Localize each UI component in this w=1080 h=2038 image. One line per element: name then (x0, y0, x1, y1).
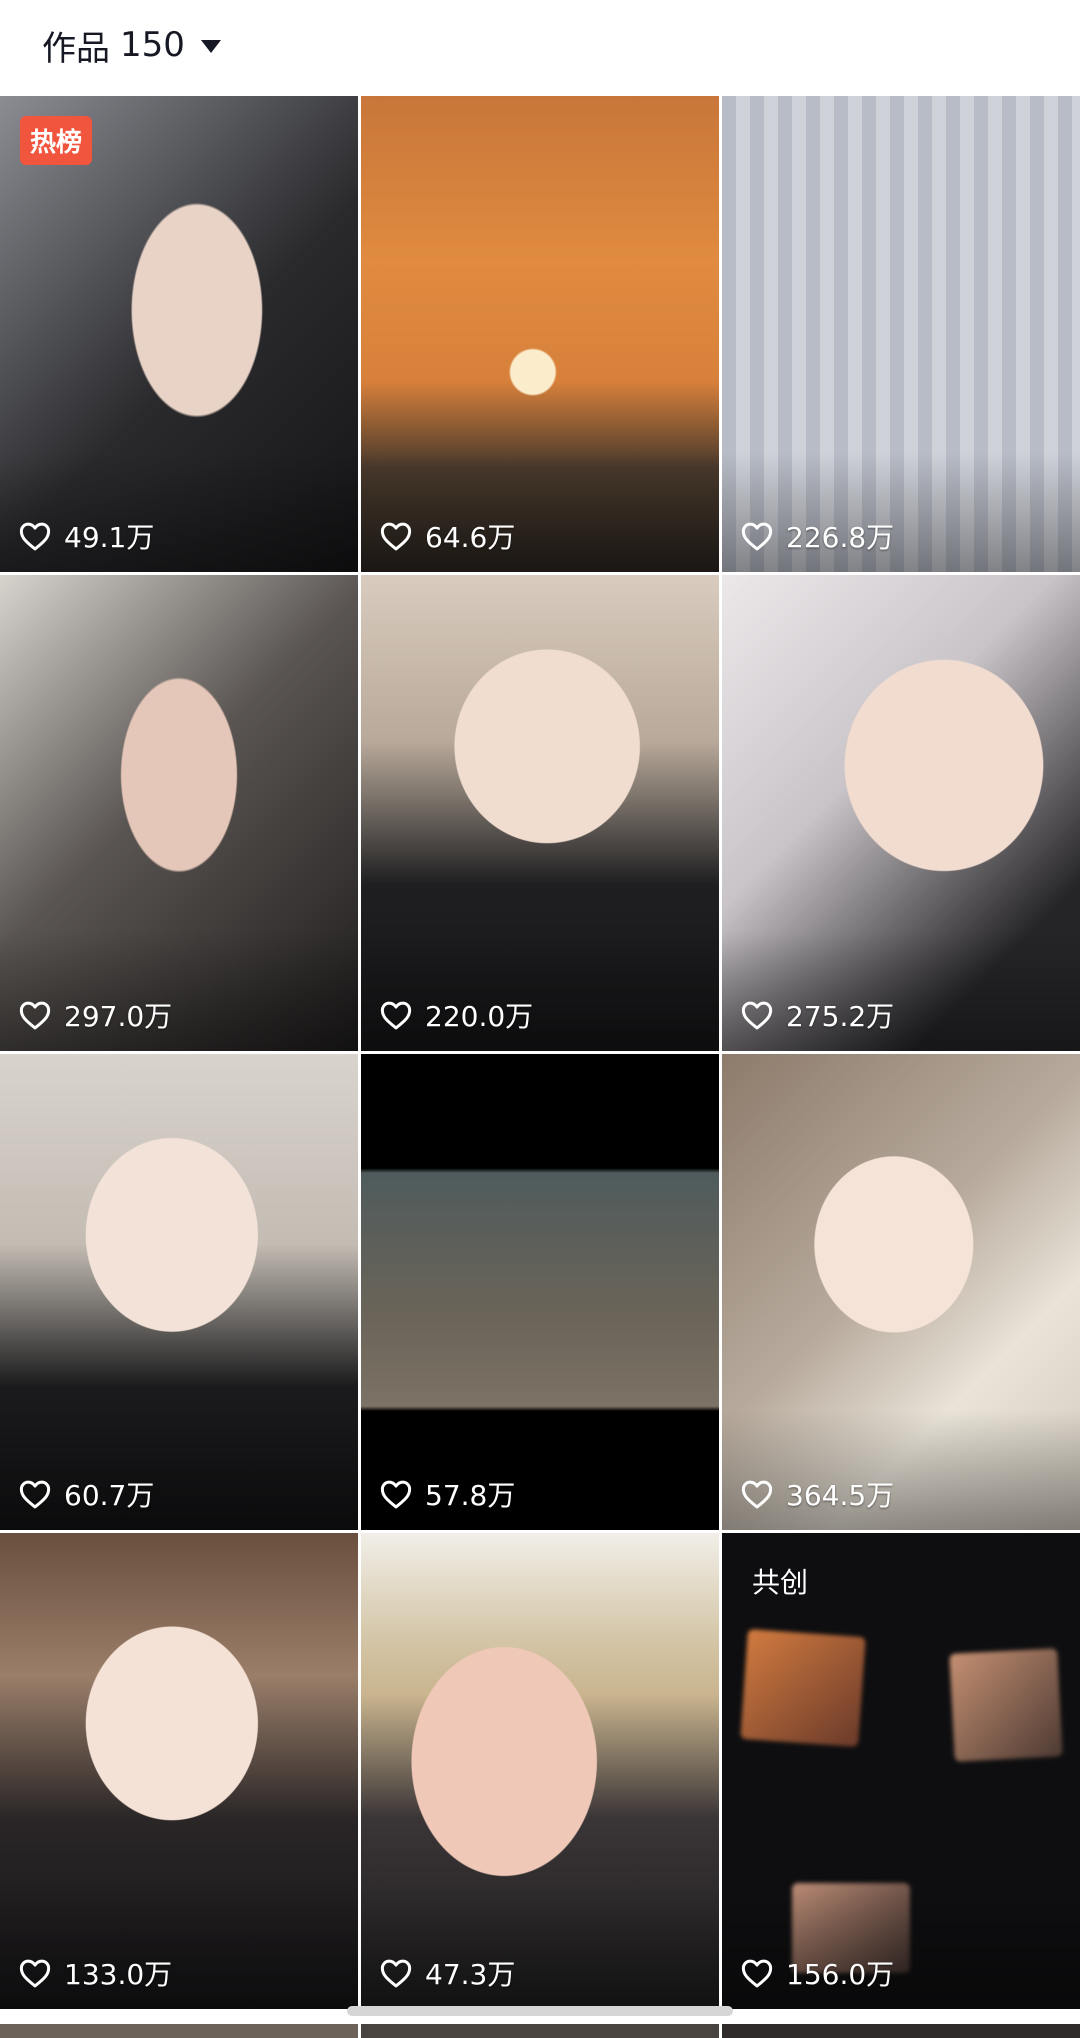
video-tile[interactable]: 133.0万 (0, 1533, 358, 2009)
like-count-value: 47.3万 (425, 1958, 516, 1991)
heart-outline-icon (380, 1480, 412, 1509)
like-count-value: 64.6万 (425, 521, 516, 554)
like-count: 49.1万 (18, 516, 154, 556)
heart-outline-icon (741, 1480, 773, 1509)
like-count-value: 156.0万 (786, 1958, 895, 1991)
heart-outline-icon (741, 522, 773, 551)
heart-outline-icon (19, 1480, 51, 1509)
like-count: 275.2万 (740, 995, 894, 1035)
works-count: 150 (120, 25, 185, 65)
video-tile[interactable]: 297.0万 (0, 575, 358, 1051)
video-tile-peek (722, 2024, 1080, 2038)
video-grid: 热榜 49.1万 64.6万 226.8万 297.0万 220.0万 275.… (0, 96, 1080, 2038)
like-count-value: 226.8万 (786, 521, 895, 554)
co-creation-badge: 共创 (752, 1566, 809, 1599)
works-label: 作品 (42, 28, 110, 69)
like-count: 297.0万 (18, 995, 172, 1035)
video-tile[interactable]: 热榜 49.1万 (0, 96, 358, 572)
like-count: 57.8万 (379, 1474, 515, 1514)
like-count-value: 57.8万 (425, 1479, 516, 1512)
like-count: 64.6万 (379, 516, 515, 556)
like-count: 220.0万 (379, 995, 533, 1035)
video-tile-peek (361, 2024, 719, 2038)
like-count-value: 275.2万 (786, 1000, 895, 1033)
heart-outline-icon (380, 1959, 412, 1988)
video-tile[interactable]: 220.0万 (361, 575, 719, 1051)
heart-outline-icon (19, 1001, 51, 1030)
blurred-photo-thumb (949, 1648, 1063, 1762)
like-count: 60.7万 (18, 1474, 154, 1514)
video-tile[interactable]: 57.8万 (361, 1054, 719, 1530)
next-row-peek (0, 2024, 1080, 2038)
home-indicator[interactable] (347, 2006, 733, 2016)
hot-list-badge: 热榜 (20, 116, 93, 165)
like-count-value: 133.0万 (64, 1958, 173, 1991)
heart-outline-icon (19, 1959, 51, 1988)
like-count: 364.5万 (740, 1474, 894, 1514)
video-tile[interactable]: 共创 156.0万 (722, 1533, 1080, 2009)
video-tile[interactable]: 364.5万 (722, 1054, 1080, 1530)
blurred-photo-thumb (740, 1629, 866, 1747)
like-count-value: 220.0万 (425, 1000, 534, 1033)
heart-outline-icon (19, 522, 51, 551)
heart-outline-icon (380, 1001, 412, 1030)
like-count-value: 364.5万 (786, 1479, 895, 1512)
video-tile[interactable]: 60.7万 (0, 1054, 358, 1530)
like-count-value: 60.7万 (64, 1479, 155, 1512)
heart-outline-icon (380, 522, 412, 551)
video-tile[interactable]: 64.6万 (361, 96, 719, 572)
like-count-value: 49.1万 (64, 521, 155, 554)
profile-works-header: 作品 150 (0, 0, 1080, 96)
heart-outline-icon (741, 1001, 773, 1030)
like-count: 47.3万 (379, 1953, 515, 1993)
video-tile[interactable]: 275.2万 (722, 575, 1080, 1051)
works-filter-dropdown[interactable]: 作品 150 (42, 22, 221, 69)
like-count: 226.8万 (740, 516, 894, 556)
like-count: 133.0万 (18, 1953, 172, 1993)
like-count: 156.0万 (740, 1953, 894, 1993)
video-tile-peek (0, 2024, 358, 2038)
caret-down-icon (200, 39, 221, 53)
video-tile[interactable]: 226.8万 (722, 96, 1080, 572)
heart-outline-icon (741, 1959, 773, 1988)
video-tile[interactable]: 47.3万 (361, 1533, 719, 2009)
like-count-value: 297.0万 (64, 1000, 173, 1033)
